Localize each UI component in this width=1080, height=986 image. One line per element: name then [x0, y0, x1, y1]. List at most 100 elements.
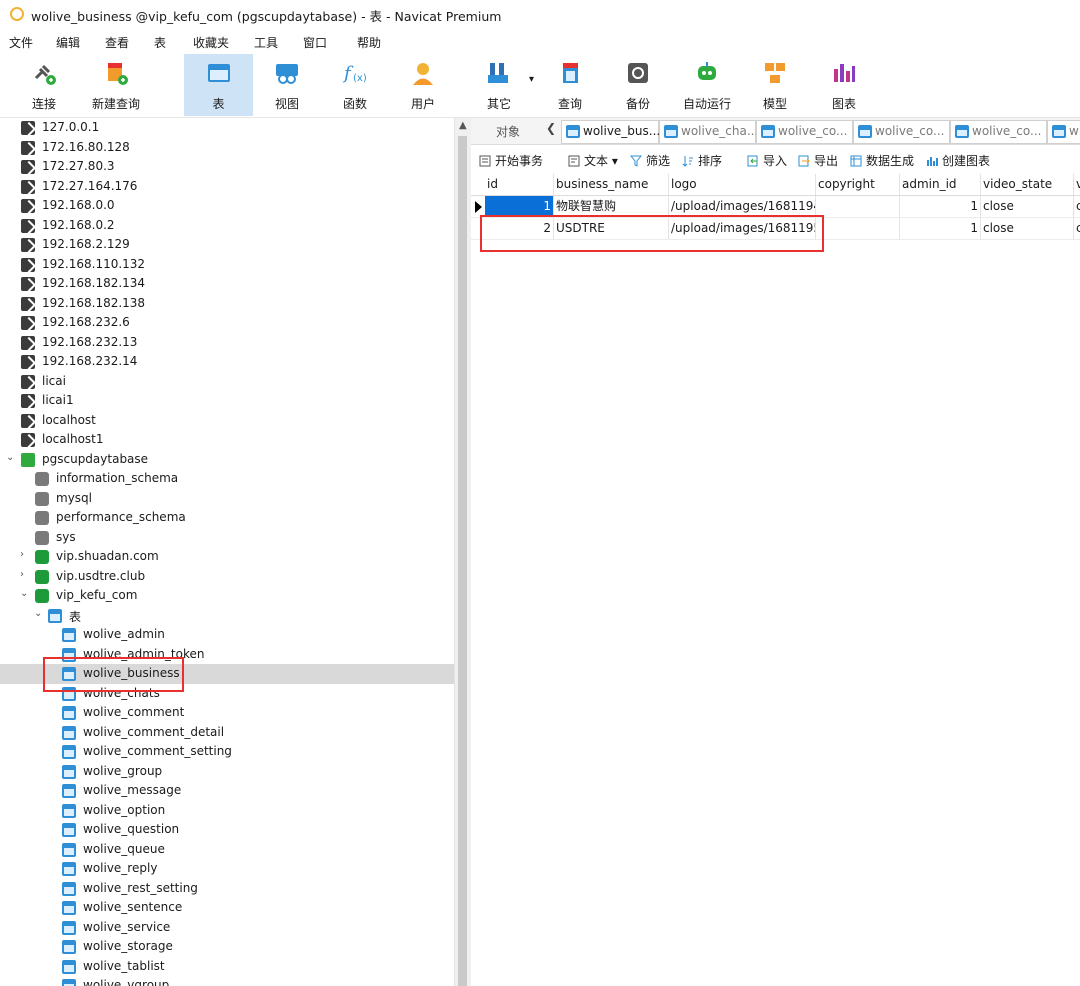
cell-copyright[interactable]: [816, 218, 900, 239]
cell-id[interactable]: 1: [485, 196, 554, 217]
text-view-button[interactable]: 文本 ▾: [568, 152, 618, 169]
table-row[interactable]: 1 物联智慧购 /upload/images/1681194 1 close c: [471, 196, 1080, 218]
cell-id[interactable]: 2: [485, 218, 554, 239]
table-wolive-comment-detail[interactable]: wolive_comment_detail: [0, 723, 454, 743]
create-chart-button[interactable]: 创建图表: [926, 152, 990, 169]
sidebar-scrollbar[interactable]: ▲: [454, 118, 471, 986]
export-button[interactable]: 导出: [798, 152, 838, 169]
connection-192-168-232-14[interactable]: 192.168.232.14: [0, 352, 454, 372]
cell-video-state[interactable]: close: [981, 196, 1074, 217]
connection-licai1[interactable]: licai1: [0, 391, 454, 411]
menu-tools[interactable]: 工具: [254, 34, 278, 51]
menu-edit[interactable]: 编辑: [56, 34, 80, 51]
tab-wolive-comment-1[interactable]: wolive_co...: [756, 120, 853, 144]
table-wolive-comment[interactable]: wolive_comment: [0, 703, 454, 723]
backup-button[interactable]: 备份: [608, 54, 668, 116]
cell-admin-id[interactable]: 1: [900, 218, 981, 239]
table-wolive-business[interactable]: wolive_business: [0, 664, 454, 684]
table-wolive-message[interactable]: wolive_message: [0, 781, 454, 801]
connection-192-168-0-2[interactable]: 192.168.0.2: [0, 216, 454, 236]
connection-licai[interactable]: licai: [0, 372, 454, 392]
tab-wolive-chats[interactable]: wolive_cha...: [659, 120, 758, 144]
table-wolive-vgroup[interactable]: wolive_vgroup: [0, 976, 454, 986]
cell-overflow[interactable]: c: [1074, 196, 1080, 217]
begin-transaction-button[interactable]: 开始事务: [479, 152, 543, 169]
column-header-video-state[interactable]: video_state: [981, 174, 1074, 195]
menu-table[interactable]: 表: [154, 34, 166, 51]
function-button[interactable]: f (x) 函数: [321, 54, 389, 116]
tab-objects[interactable]: 对象: [496, 123, 520, 140]
database-performance-schema[interactable]: performance_schema: [0, 508, 454, 528]
table-wolive-option[interactable]: wolive_option: [0, 801, 454, 821]
view-button[interactable]: 视图: [253, 54, 321, 116]
table-wolive-question[interactable]: wolive_question: [0, 820, 454, 840]
connection-172-16-80-128[interactable]: 172.16.80.128: [0, 138, 454, 158]
cell-business-name[interactable]: 物联智慧购: [554, 196, 669, 217]
other-dropdown-icon[interactable]: ▾: [529, 74, 534, 85]
table-wolive-reply[interactable]: wolive_reply: [0, 859, 454, 879]
database-vip-kefu-com[interactable]: ⌄ vip_kefu_com: [0, 586, 454, 606]
column-header-admin-id[interactable]: admin_id: [900, 174, 981, 195]
menu-view[interactable]: 查看: [105, 34, 129, 51]
database-information-schema[interactable]: information_schema: [0, 469, 454, 489]
chevron-right-icon[interactable]: ›: [20, 569, 24, 580]
menu-favorites[interactable]: 收藏夹: [193, 34, 229, 51]
database-vip-shuadan-com[interactable]: › vip.shuadan.com: [0, 547, 454, 567]
column-header-business-name[interactable]: business_name: [554, 174, 669, 195]
table-wolive-group[interactable]: wolive_group: [0, 762, 454, 782]
query-button[interactable]: 查询: [540, 54, 600, 116]
cell-business-name[interactable]: USDTRE: [554, 218, 669, 239]
table-wolive-chats[interactable]: wolive_chats: [0, 684, 454, 704]
tab-wolive-comment-2[interactable]: wolive_co...: [853, 120, 950, 144]
model-button[interactable]: 模型: [745, 54, 805, 116]
menu-file[interactable]: 文件: [9, 34, 33, 51]
cell-admin-id[interactable]: 1: [900, 196, 981, 217]
connection-172-27-164-176[interactable]: 172.27.164.176: [0, 177, 454, 197]
table-wolive-storage[interactable]: wolive_storage: [0, 937, 454, 957]
table-wolive-admin[interactable]: wolive_admin: [0, 625, 454, 645]
connection-localhost1[interactable]: localhost1: [0, 430, 454, 450]
connection-pgscupdaytabase[interactable]: ⌄ pgscupdaytabase: [0, 450, 454, 470]
connection-localhost[interactable]: localhost: [0, 411, 454, 431]
connection-192-168-182-134[interactable]: 192.168.182.134: [0, 274, 454, 294]
column-header-copyright[interactable]: copyright: [816, 174, 900, 195]
filter-button[interactable]: 筛选: [630, 152, 670, 169]
scrollbar-thumb[interactable]: [458, 136, 467, 986]
tab-wolive-business[interactable]: wolive_bus...: [561, 120, 660, 144]
database-sys[interactable]: sys: [0, 528, 454, 548]
column-header-id[interactable]: id: [485, 174, 554, 195]
tables-group[interactable]: ⌄ 表: [0, 606, 454, 626]
table-wolive-sentence[interactable]: wolive_sentence: [0, 898, 454, 918]
connection-172-27-80-3[interactable]: 172.27.80.3: [0, 157, 454, 177]
connection-127-0-0-1[interactable]: 127.0.0.1: [0, 118, 454, 138]
table-wolive-comment-setting[interactable]: wolive_comment_setting: [0, 742, 454, 762]
chevron-down-icon[interactable]: ⌄: [34, 608, 42, 619]
import-button[interactable]: 导入: [747, 152, 787, 169]
column-header-logo[interactable]: logo: [669, 174, 816, 195]
connection-192-168-110-132[interactable]: 192.168.110.132: [0, 255, 454, 275]
cell-logo[interactable]: /upload/images/1681195: [669, 218, 816, 239]
menu-help[interactable]: 帮助: [357, 34, 381, 51]
connect-button[interactable]: 连接: [16, 54, 72, 116]
table-wolive-admin-token[interactable]: wolive_admin_token: [0, 645, 454, 665]
chart-button[interactable]: 图表: [814, 54, 874, 116]
cell-video-state[interactable]: close: [981, 218, 1074, 239]
connection-192-168-0-0[interactable]: 192.168.0.0: [0, 196, 454, 216]
menu-window[interactable]: 窗口: [303, 34, 327, 51]
database-mysql[interactable]: mysql: [0, 489, 454, 509]
column-header-overflow[interactable]: v: [1074, 174, 1080, 195]
chevron-down-icon[interactable]: ⌄: [20, 588, 28, 599]
database-vip-usdtre-club[interactable]: › vip.usdtre.club: [0, 567, 454, 587]
automation-button[interactable]: 自动运行: [677, 54, 737, 116]
sort-button[interactable]: 排序: [682, 152, 722, 169]
data-generation-button[interactable]: 数据生成: [850, 152, 914, 169]
connection-192-168-2-129[interactable]: 192.168.2.129: [0, 235, 454, 255]
tab-wolive-comment-3[interactable]: wolive_co...: [950, 120, 1047, 144]
tab-overflow[interactable]: w: [1047, 120, 1080, 144]
table-wolive-queue[interactable]: wolive_queue: [0, 840, 454, 860]
tab-scroll-left-icon[interactable]: ❮: [546, 121, 556, 135]
cell-copyright[interactable]: [816, 196, 900, 217]
connection-192-168-232-6[interactable]: 192.168.232.6: [0, 313, 454, 333]
chevron-down-icon[interactable]: ⌄: [6, 452, 14, 463]
table-wolive-tablist[interactable]: wolive_tablist: [0, 957, 454, 977]
